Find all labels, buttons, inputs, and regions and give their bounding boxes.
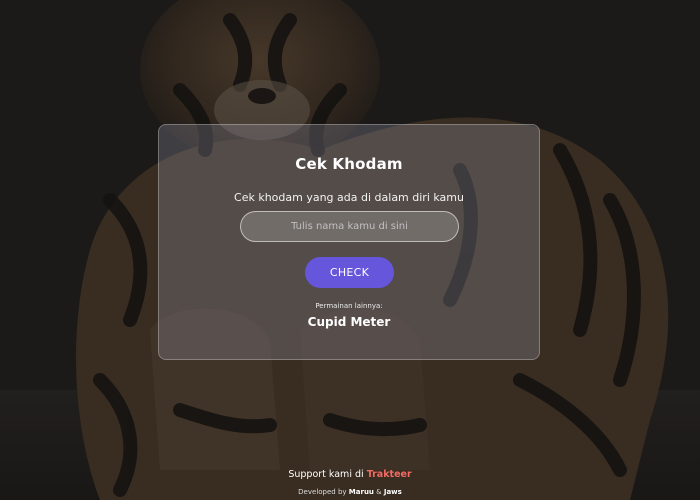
developer-separator: & bbox=[376, 488, 382, 496]
developer-2: Jaws bbox=[383, 488, 402, 496]
trakteer-link[interactable]: Trakteer bbox=[367, 469, 412, 480]
card-subtitle: Cek khodam yang ada di dalam diri kamu bbox=[234, 191, 464, 204]
check-button[interactable]: CHECK bbox=[305, 257, 394, 288]
khodam-card: Cek Khodam Cek khodam yang ada di dalam … bbox=[158, 124, 540, 360]
name-input[interactable] bbox=[240, 211, 459, 242]
page: Cek Khodam Cek khodam yang ada di dalam … bbox=[0, 0, 700, 500]
other-games-label: Permainan lainnya: bbox=[315, 302, 383, 310]
footer-developed-by: Developed by Maruu & Jaws bbox=[0, 488, 700, 496]
cupid-meter-link[interactable]: Cupid Meter bbox=[159, 315, 539, 329]
developer-1: Maruu bbox=[348, 488, 374, 496]
footer-support: Support kami di Trakteer bbox=[0, 469, 700, 480]
developed-by-text: Developed by bbox=[298, 488, 347, 496]
support-text: Support kami di bbox=[288, 469, 364, 480]
card-title: Cek Khodam bbox=[295, 155, 403, 173]
